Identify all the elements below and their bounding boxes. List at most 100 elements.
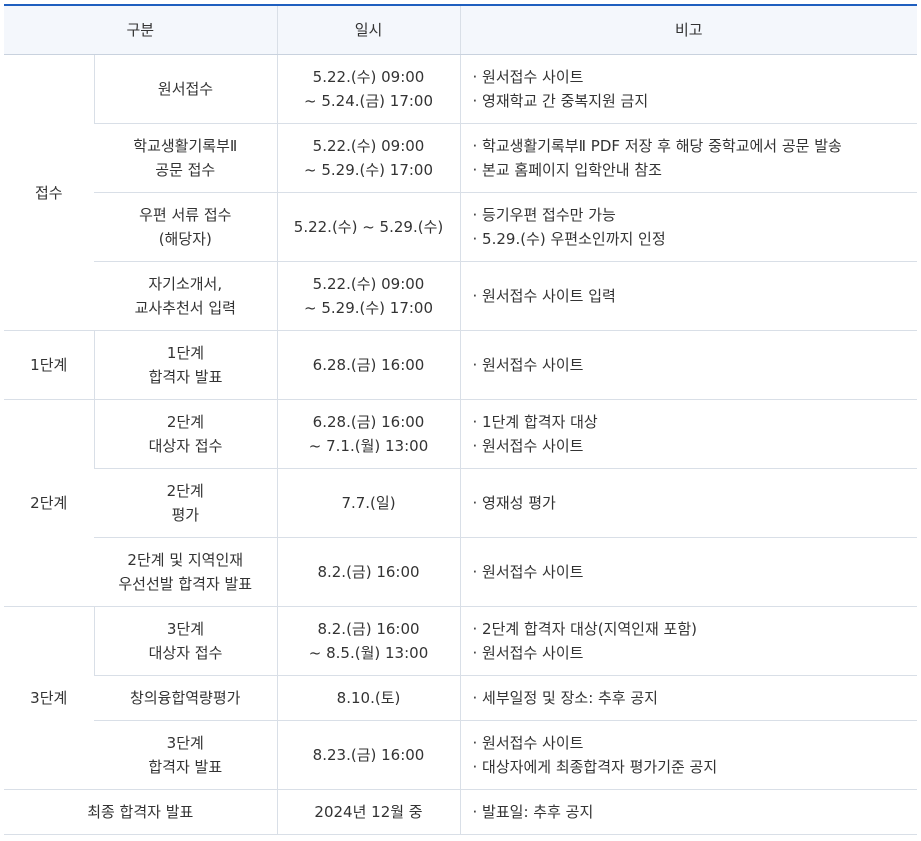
date-line: 6.28.(금) 16:00 [312, 356, 425, 374]
item-line: 평가 [171, 506, 200, 524]
date-cell: 6.28.(금) 16:00 ~ 7.1.(월) 13:00 [276, 399, 461, 469]
date-cell: 8.23.(금) 16:00 [276, 720, 461, 790]
item-line: 창의융합역량평가 [130, 689, 241, 707]
item-cell: 1단계 합격자 발표 [93, 330, 278, 400]
date-line: ~ 5.29.(수) 17:00 [304, 299, 434, 317]
item-line: (해당자) [158, 230, 212, 248]
item-cell: 2단계 대상자 접수 [93, 399, 278, 469]
item-cell: 원서접수 [93, 54, 278, 124]
table-row: 창의융합역량평가 8.10.(토) · 세부일정 및 장소: 추후 공지 [4, 675, 918, 721]
note-line: · 1단계 합격자 대상 [472, 413, 598, 431]
group-cell: 접수 [4, 54, 94, 331]
note-line: · 원서접수 사이트 [472, 356, 584, 374]
item-line: 2단계 [166, 413, 205, 431]
note-line: · 등기우편 접수만 가능 [472, 206, 616, 224]
note-line: · 5.29.(수) 우편소인까지 인정 [472, 230, 666, 248]
item-line: 대상자 접수 [148, 644, 223, 662]
item-line: 공문 접수 [155, 161, 216, 179]
group-cell: 1단계 [4, 330, 94, 400]
item-line: 원서접수 [157, 80, 214, 98]
note-cell: · 원서접수 사이트 · 대상자에게 최종합격자 평가기준 공지 [459, 720, 918, 790]
date-cell: 7.7.(일) [276, 468, 461, 538]
note-cell: · 원서접수 사이트 [459, 330, 918, 400]
item-line: 합격자 발표 [148, 368, 223, 386]
note-line: · 세부일정 및 장소: 추후 공지 [472, 689, 658, 707]
item-line: 최종 합격자 발표 [87, 803, 194, 821]
item-cell: 학교생활기록부Ⅱ 공문 접수 [94, 123, 278, 193]
date-line: 8.10.(토) [336, 689, 401, 707]
note-cell: · 1단계 합격자 대상 · 원서접수 사이트 [459, 399, 918, 469]
item-line: 우선선발 합격자 발표 [118, 575, 253, 593]
note-cell: · 등기우편 접수만 가능 · 5.29.(수) 우편소인까지 인정 [459, 192, 918, 262]
date-line: ~ 5.24.(금) 17:00 [304, 92, 434, 110]
item-line: 합격자 발표 [148, 758, 223, 776]
date-line: ~ 8.5.(월) 13:00 [308, 644, 429, 662]
note-line: · 원서접수 사이트 [472, 437, 584, 455]
note-line: · 대상자에게 최종합격자 평가기준 공지 [472, 758, 718, 776]
header-note: 비고 [459, 5, 918, 55]
date-line: 5.22.(수) 09:00 [312, 275, 425, 293]
note-line: · 학교생활기록부Ⅱ PDF 저장 후 해당 중학교에서 공문 발송 [472, 137, 842, 155]
note-line: · 원서접수 사이트 [472, 563, 584, 581]
item-cell: 자기소개서, 교사추천서 입력 [94, 261, 278, 331]
header-date: 일시 [276, 5, 461, 55]
admission-schedule-table: 구분 일시 비고 접수 원서접수 5.22.(수) 09:00 ~ 5.24.(… [4, 4, 918, 835]
item-line: 3단계 [166, 734, 204, 752]
table-row: 2단계 및 지역인재 우선선발 합격자 발표 8.2.(금) 16:00 · 원… [4, 537, 918, 607]
note-line: · 원서접수 사이트 입력 [472, 287, 616, 305]
group-cell: 3단계 [4, 606, 94, 790]
date-line: 2024년 12월 중 [314, 803, 423, 821]
item-line: 우편 서류 접수 [139, 206, 232, 224]
date-cell: 2024년 12월 중 [276, 789, 461, 835]
item-line: 2단계 및 지역인재 [127, 551, 244, 569]
note-cell: · 발표일: 추후 공지 [459, 789, 918, 835]
item-line: 3단계 [166, 620, 205, 638]
date-line: 7.7.(일) [341, 494, 396, 512]
date-line: 8.23.(금) 16:00 [312, 746, 425, 764]
date-cell: 5.22.(수) ~ 5.29.(수) [276, 192, 461, 262]
date-line: 5.22.(수) 09:00 [312, 137, 425, 155]
table-row: 자기소개서, 교사추천서 입력 5.22.(수) 09:00 ~ 5.29.(수… [4, 261, 918, 331]
group-cell: 2단계 [4, 399, 94, 607]
note-cell: · 원서접수 사이트 · 영재학교 간 중복지원 금지 [459, 54, 918, 124]
item-line: 학교생활기록부Ⅱ [133, 137, 238, 155]
header-category: 구분 [4, 5, 278, 55]
date-cell: 8.10.(토) [276, 675, 461, 721]
date-line: 6.28.(금) 16:00 [312, 413, 425, 431]
date-cell: 6.28.(금) 16:00 [276, 330, 461, 400]
item-cell: 우편 서류 접수 (해당자) [94, 192, 278, 262]
date-cell: 8.2.(금) 16:00 [276, 537, 461, 607]
note-cell: · 원서접수 사이트 [459, 537, 918, 607]
date-cell: 5.22.(수) 09:00 ~ 5.24.(금) 17:00 [276, 54, 461, 124]
note-cell: · 세부일정 및 장소: 추후 공지 [459, 675, 918, 721]
note-line: · 발표일: 추후 공지 [472, 803, 594, 821]
table-header-row: 구분 일시 비고 [4, 5, 918, 55]
date-line: 8.2.(금) 16:00 [317, 620, 420, 638]
note-line: · 원서접수 사이트 [472, 644, 584, 662]
note-line: · 원서접수 사이트 [472, 68, 584, 86]
date-line: ~ 5.29.(수) 17:00 [304, 161, 434, 179]
note-line: · 원서접수 사이트 [472, 734, 584, 752]
item-line: 자기소개서, [148, 275, 223, 293]
date-line: 8.2.(금) 16:00 [317, 563, 420, 581]
item-cell: 3단계 대상자 접수 [93, 606, 278, 676]
item-cell: 2단계 평가 [94, 468, 278, 538]
item-line: 2단계 [166, 482, 204, 500]
item-cell: 창의융합역량평가 [94, 675, 278, 721]
date-cell: 5.22.(수) 09:00 ~ 5.29.(수) 17:00 [276, 123, 461, 193]
note-line: · 영재성 평가 [472, 494, 556, 512]
note-line: · 2단계 합격자 대상(지역인재 포함) [472, 620, 698, 638]
note-cell: · 학교생활기록부Ⅱ PDF 저장 후 해당 중학교에서 공문 발송 · 본교 … [459, 123, 918, 193]
item-cell: 최종 합격자 발표 [4, 789, 278, 835]
table-row: 3단계 합격자 발표 8.23.(금) 16:00 · 원서접수 사이트 · 대… [4, 720, 918, 790]
date-cell: 8.2.(금) 16:00 ~ 8.5.(월) 13:00 [276, 606, 461, 676]
note-cell: · 2단계 합격자 대상(지역인재 포함) · 원서접수 사이트 [459, 606, 918, 676]
item-cell: 2단계 및 지역인재 우선선발 합격자 발표 [94, 537, 278, 607]
date-cell: 5.22.(수) 09:00 ~ 5.29.(수) 17:00 [276, 261, 461, 331]
table-row: 2단계 2단계 대상자 접수 6.28.(금) 16:00 ~ 7.1.(월) … [4, 399, 918, 607]
date-line: 5.22.(수) ~ 5.29.(수) [293, 218, 444, 236]
note-cell: · 원서접수 사이트 입력 [459, 261, 918, 331]
table-row: 3단계 3단계 대상자 접수 8.2.(금) 16:00 ~ 8.5.(월) 1… [4, 606, 918, 790]
item-line: 1단계 [166, 344, 205, 362]
note-line: · 영재학교 간 중복지원 금지 [472, 92, 649, 110]
